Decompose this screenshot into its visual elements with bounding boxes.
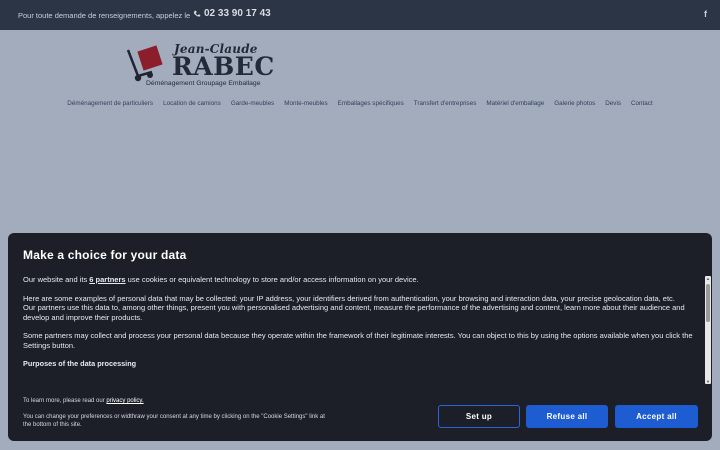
phone-icon	[193, 10, 201, 17]
logo-last-name: RABEC	[172, 52, 275, 81]
nav-item-emballages[interactable]: Emballages spécifiques	[338, 100, 404, 107]
cookie-examples-text: Here are some examples of personal data …	[23, 293, 675, 303]
cookie-dialog-body: Our website and its 6 partners use cooki…	[23, 275, 696, 385]
purposes-heading[interactable]: Purposes of the data processing	[23, 359, 696, 369]
phone-link[interactable]: 02 33 90 17 43	[193, 8, 271, 19]
privacy-policy-link[interactable]: privacy policy.	[106, 398, 143, 404]
nav-item-devis[interactable]: Devis	[605, 100, 621, 107]
cookie-consent-dialog: Make a choice for your data Our website …	[8, 233, 712, 441]
nav-item-garde-meubles[interactable]: Garde-meubles	[231, 100, 274, 107]
cookie-dialog-title: Make a choice for your data	[23, 248, 187, 262]
refuse-all-button[interactable]: Refuse all	[526, 405, 608, 428]
top-bar: Pour toute demande de renseignements, ap…	[0, 0, 720, 30]
nav-item-monte-meubles[interactable]: Monte-meubles	[284, 100, 327, 107]
scroll-down-icon[interactable]: ▼	[705, 379, 711, 384]
nav-item-contact[interactable]: Contact	[631, 100, 653, 107]
nav-item-galerie[interactable]: Galerie photos	[554, 100, 595, 107]
main-nav: Déménagement de particuliers Location de…	[0, 100, 720, 107]
dialog-scrollbar[interactable]: ▲ ▼	[705, 276, 711, 384]
hand-truck-logo-icon	[126, 45, 163, 82]
phone-number: 02 33 90 17 43	[204, 8, 271, 19]
learn-more-prefix: To learn more, please read our	[23, 398, 107, 404]
nav-item-location-camions[interactable]: Location de camions	[163, 100, 221, 107]
nav-item-transfert[interactable]: Transfert d'entreprises	[414, 100, 477, 107]
partners-link[interactable]: 6 partners	[89, 275, 125, 284]
cookie-interest-paragraph: Some partners may collect and process yo…	[23, 331, 693, 350]
contact-intro-text: Pour toute demande de renseignements, ap…	[18, 11, 191, 20]
cookie-examples-paragraph: Here are some examples of personal data …	[23, 294, 696, 323]
scrollbar-thumb[interactable]	[706, 284, 710, 322]
cookie-intro-suffix: use cookies or equivalent technology to …	[125, 275, 419, 284]
change-preferences-text: You can change your preferences or width…	[23, 414, 325, 428]
cookie-usage-text: Our partners use this data to, among oth…	[23, 303, 685, 322]
learn-more-text: To learn more, please read our privacy p…	[23, 398, 144, 404]
nav-item-materiel[interactable]: Matériel d'emballage	[486, 100, 544, 107]
site-logo[interactable]: Jean-Claude RABEC Déménagement Groupage …	[124, 42, 274, 90]
scroll-up-icon[interactable]: ▲	[705, 276, 711, 281]
facebook-icon[interactable]: f	[704, 9, 707, 19]
cookie-intro-paragraph: Our website and its 6 partners use cooki…	[23, 275, 696, 285]
set-up-button[interactable]: Set up	[438, 405, 520, 428]
site-header: Jean-Claude RABEC Déménagement Groupage …	[0, 30, 720, 125]
cookie-intro-prefix: Our website and its	[23, 275, 90, 284]
nav-item-demenagement[interactable]: Déménagement de particuliers	[67, 100, 153, 107]
logo-tagline: Déménagement Groupage Emballage	[146, 80, 261, 87]
accept-all-button[interactable]: Accept all	[615, 405, 698, 428]
